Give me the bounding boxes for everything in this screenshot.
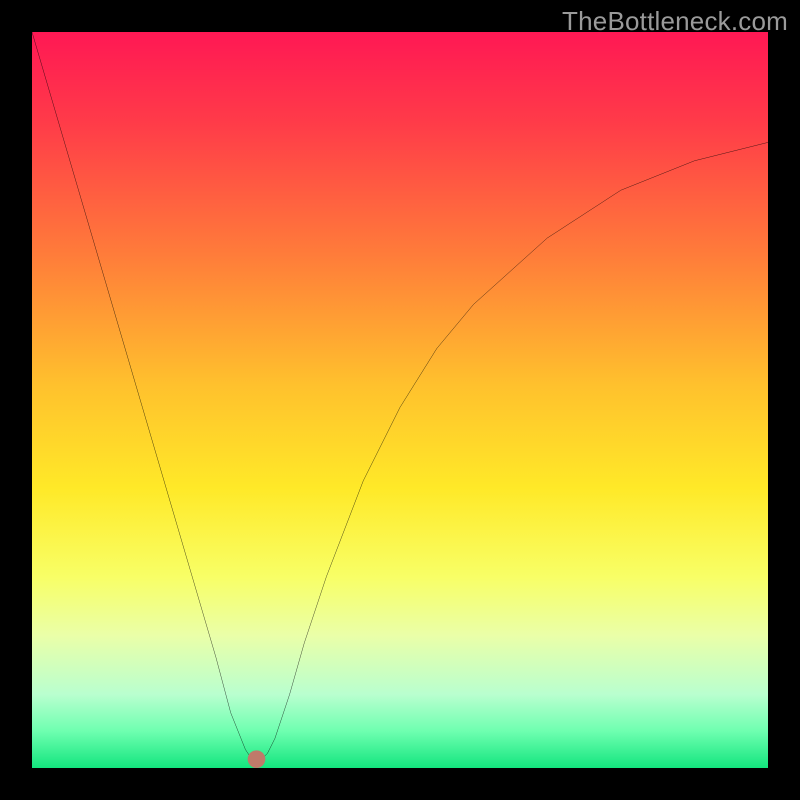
gradient-rect: [32, 32, 768, 768]
chart-svg: [32, 32, 768, 768]
plot-area: [32, 32, 768, 768]
optimum-marker: [248, 750, 266, 768]
chart-frame: TheBottleneck.com: [0, 0, 800, 800]
